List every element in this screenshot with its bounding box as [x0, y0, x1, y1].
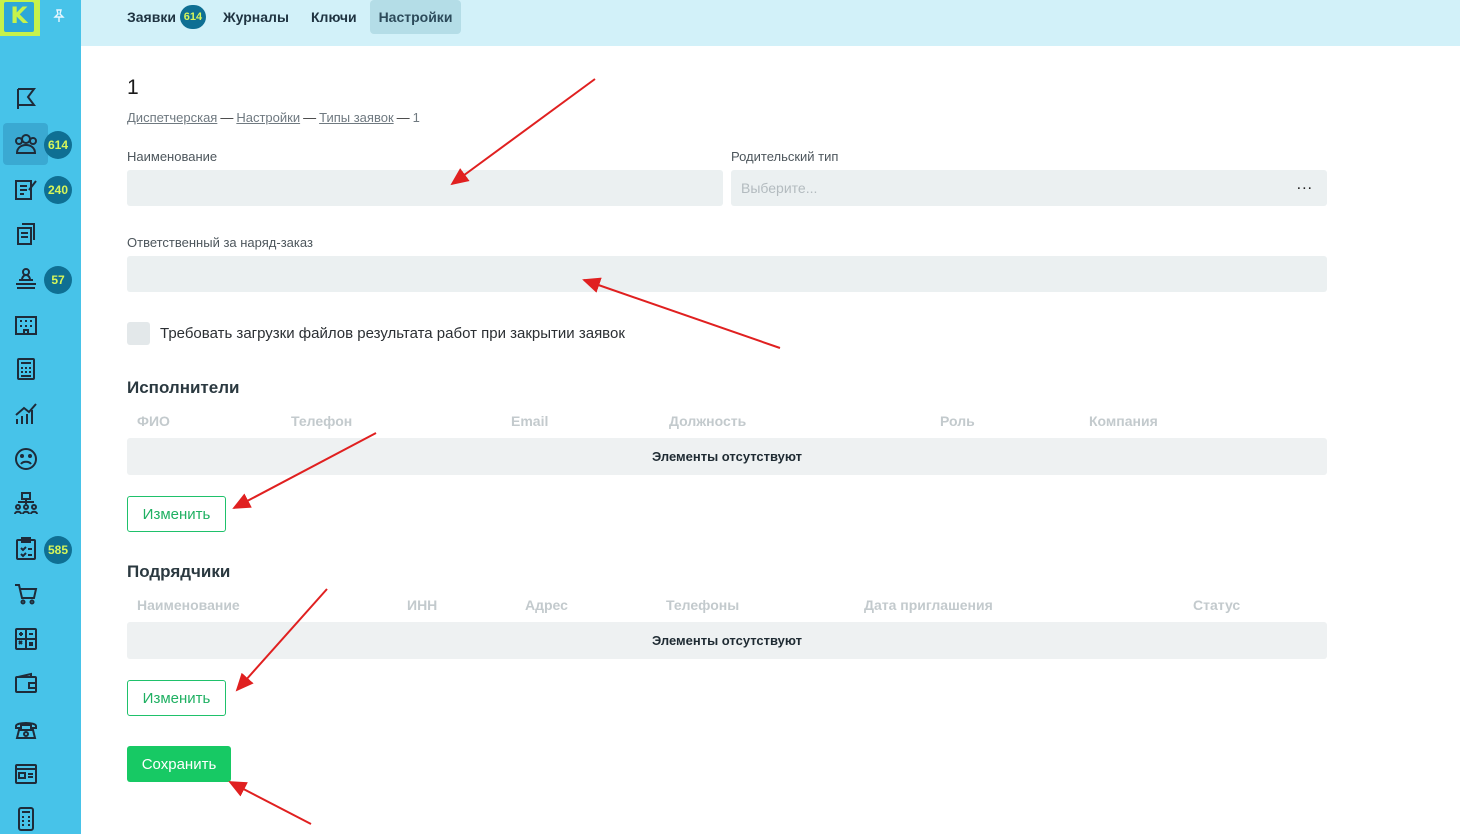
breadcrumb: Диспетчерская — Настройки — Типы заявок —1 — [127, 110, 420, 125]
reception-icon[interactable] — [3, 258, 48, 300]
responsible-input[interactable] — [127, 256, 1327, 292]
tab-requests-badge: 614 — [179, 5, 206, 29]
responsible-label: Ответственный за наряд-заказ — [127, 235, 313, 250]
buildings-icon[interactable] — [3, 303, 48, 345]
column-header: Телефоны — [666, 597, 740, 613]
breadcrumb-request-types[interactable]: Типы заявок — [319, 110, 394, 125]
require-files-checkbox[interactable] — [127, 322, 150, 345]
page-title: 1 — [127, 76, 139, 99]
requests-count-badge: 614 — [44, 131, 72, 159]
tab-settings-label: Настройки — [378, 9, 453, 25]
parent-type-select[interactable]: Выберите... ... — [731, 170, 1327, 206]
column-header: Телефон — [291, 413, 353, 429]
breadcrumb-dispatch[interactable]: Диспетчерская — [127, 110, 217, 125]
column-header: Должность — [669, 413, 747, 429]
contractors-empty-state: Элементы отсутствуют — [127, 622, 1327, 659]
tab-requests-label: Заявки — [127, 9, 176, 25]
logo-letter: K — [4, 2, 34, 32]
calculator-icon[interactable] — [3, 348, 48, 390]
parent-type-label: Родительский тип — [731, 149, 839, 164]
tab-requests[interactable]: Заявки 614 — [118, 0, 215, 34]
wallet-icon[interactable] — [3, 663, 48, 705]
executors-empty-state: Элементы отсутствуют — [127, 438, 1327, 475]
column-header: Дата приглашения — [864, 597, 993, 613]
column-header: Наименование — [137, 597, 240, 613]
column-header: Компания — [1089, 413, 1158, 429]
tab-settings[interactable]: Настройки — [370, 0, 461, 34]
column-header: ИНН — [407, 597, 438, 613]
calculator-grid-icon[interactable] — [3, 618, 48, 660]
chart-growth-icon[interactable] — [3, 393, 48, 435]
more-options-icon[interactable]: ... — [1297, 176, 1313, 194]
save-button[interactable]: Сохранить — [127, 746, 231, 782]
name-label: Наименование — [127, 149, 218, 164]
sidebar: K 614 240 57 585 — [0, 0, 81, 834]
tab-journals[interactable]: Журналы — [214, 0, 298, 34]
tab-keys[interactable]: Ключи — [302, 0, 366, 34]
column-header: Адрес — [525, 597, 568, 613]
dashboard-window-icon[interactable] — [3, 753, 48, 795]
users-icon[interactable] — [3, 123, 48, 165]
require-files-label: Требовать загрузки файлов результата раб… — [160, 325, 625, 342]
edit-document-icon[interactable] — [3, 168, 48, 210]
checklist-icon[interactable] — [3, 528, 48, 570]
annotation-arrow — [450, 78, 596, 186]
breadcrumb-settings[interactable]: Настройки — [236, 110, 300, 125]
flag-icon[interactable] — [3, 78, 48, 120]
parent-type-placeholder: Выберите... — [741, 180, 818, 196]
column-header: Статус — [1193, 597, 1241, 613]
org-structure-icon[interactable] — [3, 483, 48, 525]
phone-icon[interactable] — [3, 708, 48, 750]
logo[interactable]: K — [0, 0, 40, 36]
reception-count-badge: 57 — [44, 266, 72, 294]
annotation-arrow — [228, 781, 312, 825]
breadcrumb-current: 1 — [412, 110, 420, 125]
sad-face-icon[interactable] — [3, 438, 48, 480]
cart-icon[interactable] — [3, 573, 48, 615]
documents-icon[interactable] — [3, 213, 48, 255]
tab-journals-label: Журналы — [223, 9, 289, 25]
journals-count-badge: 240 — [44, 176, 72, 204]
contractors-title: Подрядчики — [127, 562, 231, 581]
edit-contractors-button[interactable]: Изменить — [127, 680, 226, 716]
tab-keys-label: Ключи — [311, 9, 357, 25]
pin-icon[interactable] — [52, 9, 66, 26]
column-header: Email — [511, 413, 549, 429]
tasks-count-badge: 585 — [44, 536, 72, 564]
column-header: Роль — [940, 413, 975, 429]
edit-executors-button[interactable]: Изменить — [127, 496, 226, 532]
executors-title: Исполнители — [127, 378, 240, 397]
column-header: ФИО — [137, 413, 170, 429]
name-input[interactable] — [127, 170, 723, 206]
